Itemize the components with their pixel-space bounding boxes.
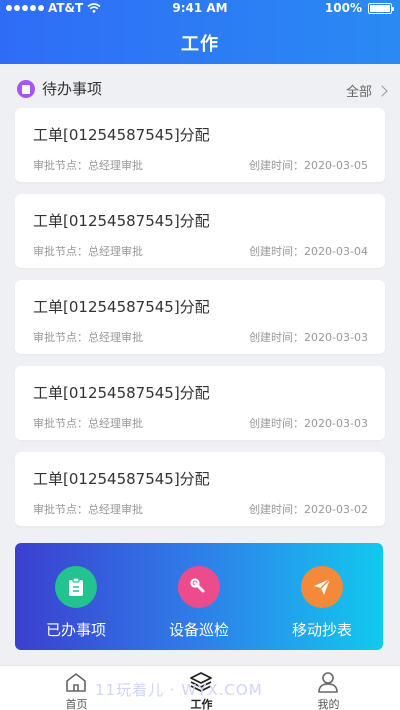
quick-action-done[interactable]: 已办事项: [15, 543, 137, 650]
quick-action-meter-reading[interactable]: 移动抄表: [261, 543, 383, 650]
paper-plane-icon: [301, 566, 343, 608]
tab-label: 我的: [317, 698, 340, 710]
card-title: 工单[01254587545]分配: [33, 298, 210, 316]
created-time: 创建时间：2020-03-04: [249, 245, 368, 258]
card-title: 工单[01254587545]分配: [33, 212, 210, 230]
approval-node: 审批节点：总经理审批: [33, 245, 143, 258]
quick-action-label: 移动抄表: [291, 621, 352, 639]
document-icon: [17, 80, 35, 98]
approval-node: 审批节点：总经理审批: [33, 159, 143, 172]
approval-node: 审批节点：总经理审批: [33, 331, 143, 344]
battery-icon: [368, 2, 394, 14]
view-all-label: 全部: [345, 85, 372, 100]
wrench-icon: [178, 566, 220, 608]
chevron-right-icon: [376, 84, 388, 97]
approval-node: 审批节点：总经理审批: [33, 417, 143, 430]
created-time: 创建时间：2020-03-05: [249, 159, 368, 172]
created-time: 创建时间：2020-03-03: [249, 331, 368, 344]
todo-section-header: 待办事项 全部: [0, 74, 400, 104]
clipboard-icon: [55, 566, 97, 608]
todo-card[interactable]: 工单[01254587545]分配 审批节点：总经理审批 创建时间：2020-0…: [15, 366, 385, 440]
quick-action-label: 设备巡检: [168, 621, 229, 639]
card-title: 工单[01254587545]分配: [33, 384, 210, 402]
app-header: AT&T 9:41 AM 100% 工作: [0, 0, 400, 64]
quick-action-label: 已办事项: [45, 621, 106, 639]
todo-title: 待办事项: [42, 80, 103, 98]
quick-actions-panel: 已办事项 设备巡检 移动抄表: [15, 543, 383, 650]
battery-status: 100%: [324, 1, 394, 15]
home-icon: [66, 673, 86, 692]
card-title: 工单[01254587545]分配: [33, 470, 210, 488]
todo-card[interactable]: 工单[01254587545]分配 审批节点：总经理审批 创建时间：2020-0…: [15, 280, 385, 354]
status-bar: AT&T 9:41 AM 100%: [0, 0, 400, 16]
todo-list: 工单[01254587545]分配 审批节点：总经理审批 创建时间：2020-0…: [15, 108, 385, 538]
tab-mine[interactable]: 我的: [262, 666, 395, 710]
todo-card[interactable]: 工单[01254587545]分配 审批节点：总经理审批 创建时间：2020-0…: [15, 194, 385, 268]
card-title: 工单[01254587545]分配: [33, 126, 210, 144]
page-title: 工作: [181, 34, 219, 55]
user-icon: [318, 672, 338, 693]
todo-card[interactable]: 工单[01254587545]分配 审批节点：总经理审批 创建时间：2020-0…: [15, 452, 385, 526]
watermark-text: 11玩着儿 · WYX.COM: [95, 681, 263, 699]
created-time: 创建时间：2020-03-02: [249, 503, 368, 516]
approval-node: 审批节点：总经理审批: [33, 503, 143, 516]
view-all-link[interactable]: 全部: [345, 81, 388, 100]
created-time: 创建时间：2020-03-03: [249, 417, 368, 430]
quick-action-inspection[interactable]: 设备巡检: [138, 543, 260, 650]
battery-percent: 100%: [324, 1, 362, 15]
todo-card[interactable]: 工单[01254587545]分配 审批节点：总经理审批 创建时间：2020-0…: [15, 108, 385, 182]
